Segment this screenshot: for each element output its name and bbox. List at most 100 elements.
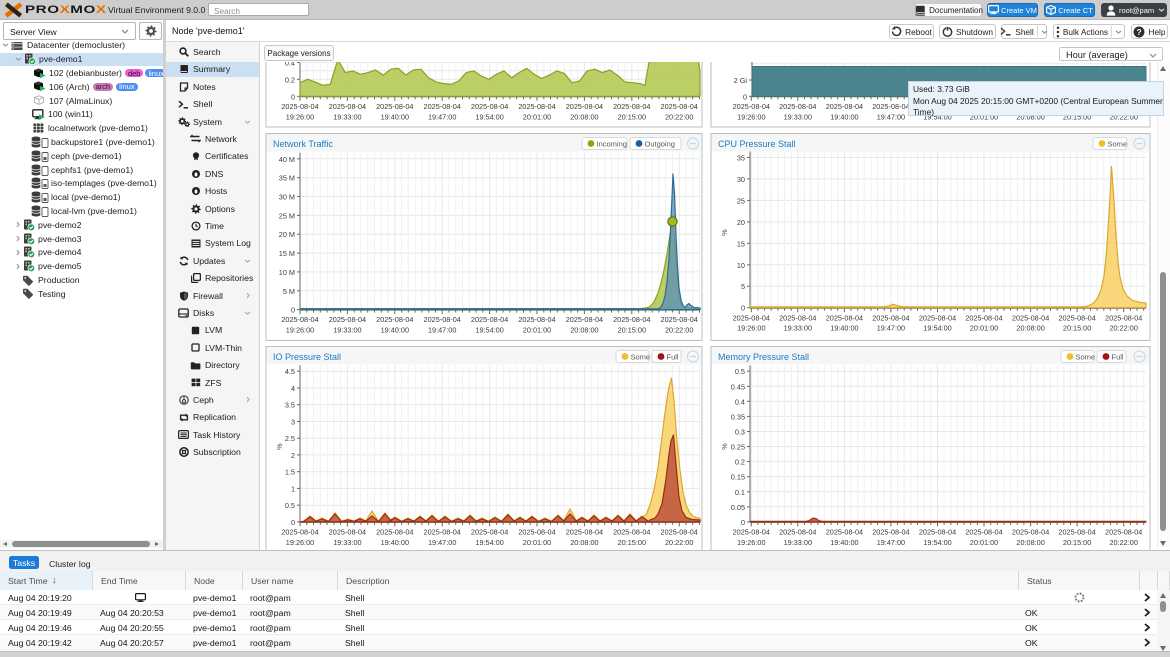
svg-text:0.1: 0.1 bbox=[735, 488, 745, 497]
svg-text:19:33:00: 19:33:00 bbox=[333, 326, 361, 335]
svg-text:19:26:00: 19:26:00 bbox=[737, 538, 765, 547]
svg-text:?: ? bbox=[1137, 26, 1142, 36]
svg-text:20:08:00: 20:08:00 bbox=[570, 538, 598, 547]
svg-text:20:15:00: 20:15:00 bbox=[1063, 324, 1091, 333]
svg-text:2025-08-04: 2025-08-04 bbox=[1012, 528, 1049, 537]
svg-text:20:08:00: 20:08:00 bbox=[1016, 538, 1044, 547]
svg-text:2025-08-04: 2025-08-04 bbox=[779, 313, 816, 322]
svg-text:2025-08-04: 2025-08-04 bbox=[566, 315, 603, 324]
svg-text:Incoming: Incoming bbox=[597, 140, 627, 149]
svg-text:40 M: 40 M bbox=[279, 155, 295, 164]
svg-text:Some: Some bbox=[631, 353, 651, 362]
svg-text:35 M: 35 M bbox=[279, 174, 295, 183]
svg-text:2025-08-04: 2025-08-04 bbox=[826, 313, 863, 322]
svg-text:2025-08-04: 2025-08-04 bbox=[872, 102, 909, 111]
svg-text:19:47:00: 19:47:00 bbox=[877, 324, 905, 333]
svg-text:CPU Pressure Stall: CPU Pressure Stall bbox=[718, 139, 796, 149]
svg-text:2025-08-04: 2025-08-04 bbox=[329, 102, 366, 111]
svg-text:20:15:00: 20:15:00 bbox=[618, 112, 646, 121]
svg-text:0.05: 0.05 bbox=[731, 503, 745, 512]
svg-text:35: 35 bbox=[737, 154, 745, 163]
svg-text:0.45: 0.45 bbox=[731, 382, 745, 391]
svg-text:19:47:00: 19:47:00 bbox=[428, 538, 456, 547]
svg-text:2025-08-04: 2025-08-04 bbox=[1012, 313, 1049, 322]
svg-text:3: 3 bbox=[291, 418, 295, 427]
svg-text:2025-08-04: 2025-08-04 bbox=[518, 315, 555, 324]
svg-text:20:01:00: 20:01:00 bbox=[970, 324, 998, 333]
svg-text:19:33:00: 19:33:00 bbox=[784, 112, 812, 121]
svg-text:0.5: 0.5 bbox=[285, 501, 295, 510]
svg-text:2025-08-04: 2025-08-04 bbox=[613, 528, 650, 537]
svg-text:20: 20 bbox=[737, 218, 745, 227]
svg-text:2025-08-04: 2025-08-04 bbox=[779, 102, 816, 111]
svg-text:0.4: 0.4 bbox=[285, 62, 295, 67]
svg-text:20:08:00: 20:08:00 bbox=[570, 326, 598, 335]
svg-text:0: 0 bbox=[291, 306, 295, 315]
svg-text:2025-08-04: 2025-08-04 bbox=[733, 102, 770, 111]
svg-text:Full: Full bbox=[667, 353, 679, 362]
svg-text:0.2: 0.2 bbox=[285, 75, 295, 84]
svg-text:2025-08-04: 2025-08-04 bbox=[661, 102, 698, 111]
svg-text:2025-08-04: 2025-08-04 bbox=[471, 102, 508, 111]
svg-text:2: 2 bbox=[291, 451, 295, 460]
svg-text:Outgoing: Outgoing bbox=[645, 140, 675, 149]
svg-text:0.25: 0.25 bbox=[731, 443, 745, 452]
svg-text:25 M: 25 M bbox=[279, 211, 295, 220]
svg-text:2025-08-04: 2025-08-04 bbox=[1105, 313, 1142, 322]
svg-text:2025-08-04: 2025-08-04 bbox=[613, 315, 650, 324]
svg-text:20:22:00: 20:22:00 bbox=[1109, 324, 1137, 333]
svg-text:19:33:00: 19:33:00 bbox=[333, 538, 361, 547]
svg-text:19:33:00: 19:33:00 bbox=[784, 324, 812, 333]
svg-text:19:26:00: 19:26:00 bbox=[286, 112, 314, 121]
svg-text:15 M: 15 M bbox=[279, 249, 295, 258]
svg-text:2025-08-04: 2025-08-04 bbox=[919, 313, 956, 322]
svg-text:0.3: 0.3 bbox=[735, 428, 745, 437]
svg-text:20:22:00: 20:22:00 bbox=[1109, 538, 1137, 547]
svg-text:2025-08-04: 2025-08-04 bbox=[376, 315, 413, 324]
svg-text:19:40:00: 19:40:00 bbox=[381, 326, 409, 335]
svg-text:2025-08-04: 2025-08-04 bbox=[733, 313, 770, 322]
svg-text:2.5: 2.5 bbox=[285, 434, 295, 443]
svg-text:19:26:00: 19:26:00 bbox=[286, 538, 314, 547]
svg-text:19:54:00: 19:54:00 bbox=[475, 326, 503, 335]
svg-text:2025-08-04: 2025-08-04 bbox=[376, 102, 413, 111]
svg-text:IO Pressure Stall: IO Pressure Stall bbox=[273, 352, 341, 362]
svg-text:2025-08-04: 2025-08-04 bbox=[424, 102, 461, 111]
svg-text:2025-08-04: 2025-08-04 bbox=[965, 528, 1002, 537]
svg-text:19:40:00: 19:40:00 bbox=[381, 538, 409, 547]
svg-text:2025-08-04: 2025-08-04 bbox=[965, 313, 1002, 322]
svg-text:19:54:00: 19:54:00 bbox=[923, 538, 951, 547]
svg-text:1: 1 bbox=[291, 484, 295, 493]
svg-text:15: 15 bbox=[737, 239, 745, 248]
svg-text:2025-08-04: 2025-08-04 bbox=[733, 528, 770, 537]
svg-text:2025-08-04: 2025-08-04 bbox=[826, 102, 863, 111]
svg-text:19:47:00: 19:47:00 bbox=[428, 112, 456, 121]
svg-text:2025-08-04: 2025-08-04 bbox=[872, 528, 909, 537]
svg-text:20:08:00: 20:08:00 bbox=[1016, 324, 1044, 333]
svg-text:2025-08-04: 2025-08-04 bbox=[424, 528, 461, 537]
svg-text:0: 0 bbox=[291, 92, 295, 101]
svg-text:20:15:00: 20:15:00 bbox=[1063, 538, 1091, 547]
svg-text:10 M: 10 M bbox=[279, 268, 295, 277]
svg-text:19:33:00: 19:33:00 bbox=[333, 112, 361, 121]
svg-text:2025-08-04: 2025-08-04 bbox=[826, 528, 863, 537]
svg-text:10: 10 bbox=[737, 261, 745, 270]
svg-text:19:47:00: 19:47:00 bbox=[877, 112, 905, 121]
svg-text:19:54:00: 19:54:00 bbox=[923, 324, 951, 333]
svg-text:0.4: 0.4 bbox=[735, 397, 745, 406]
svg-text:20:01:00: 20:01:00 bbox=[523, 326, 551, 335]
svg-text:2025-08-04: 2025-08-04 bbox=[872, 313, 909, 322]
svg-text:19:47:00: 19:47:00 bbox=[428, 326, 456, 335]
svg-text:%: % bbox=[720, 443, 729, 450]
svg-text:30 M: 30 M bbox=[279, 193, 295, 202]
svg-text:20:15:00: 20:15:00 bbox=[618, 538, 646, 547]
svg-text:0.5: 0.5 bbox=[735, 367, 745, 376]
svg-text:2025-08-04: 2025-08-04 bbox=[613, 102, 650, 111]
svg-text:2025-08-04: 2025-08-04 bbox=[518, 102, 555, 111]
svg-text:2025-08-04: 2025-08-04 bbox=[329, 528, 366, 537]
svg-text:20:01:00: 20:01:00 bbox=[523, 538, 551, 547]
svg-text:0.35: 0.35 bbox=[731, 412, 745, 421]
svg-text:2025-08-04: 2025-08-04 bbox=[1105, 528, 1142, 537]
svg-text:3.5: 3.5 bbox=[285, 401, 295, 410]
svg-text:5: 5 bbox=[741, 282, 745, 291]
